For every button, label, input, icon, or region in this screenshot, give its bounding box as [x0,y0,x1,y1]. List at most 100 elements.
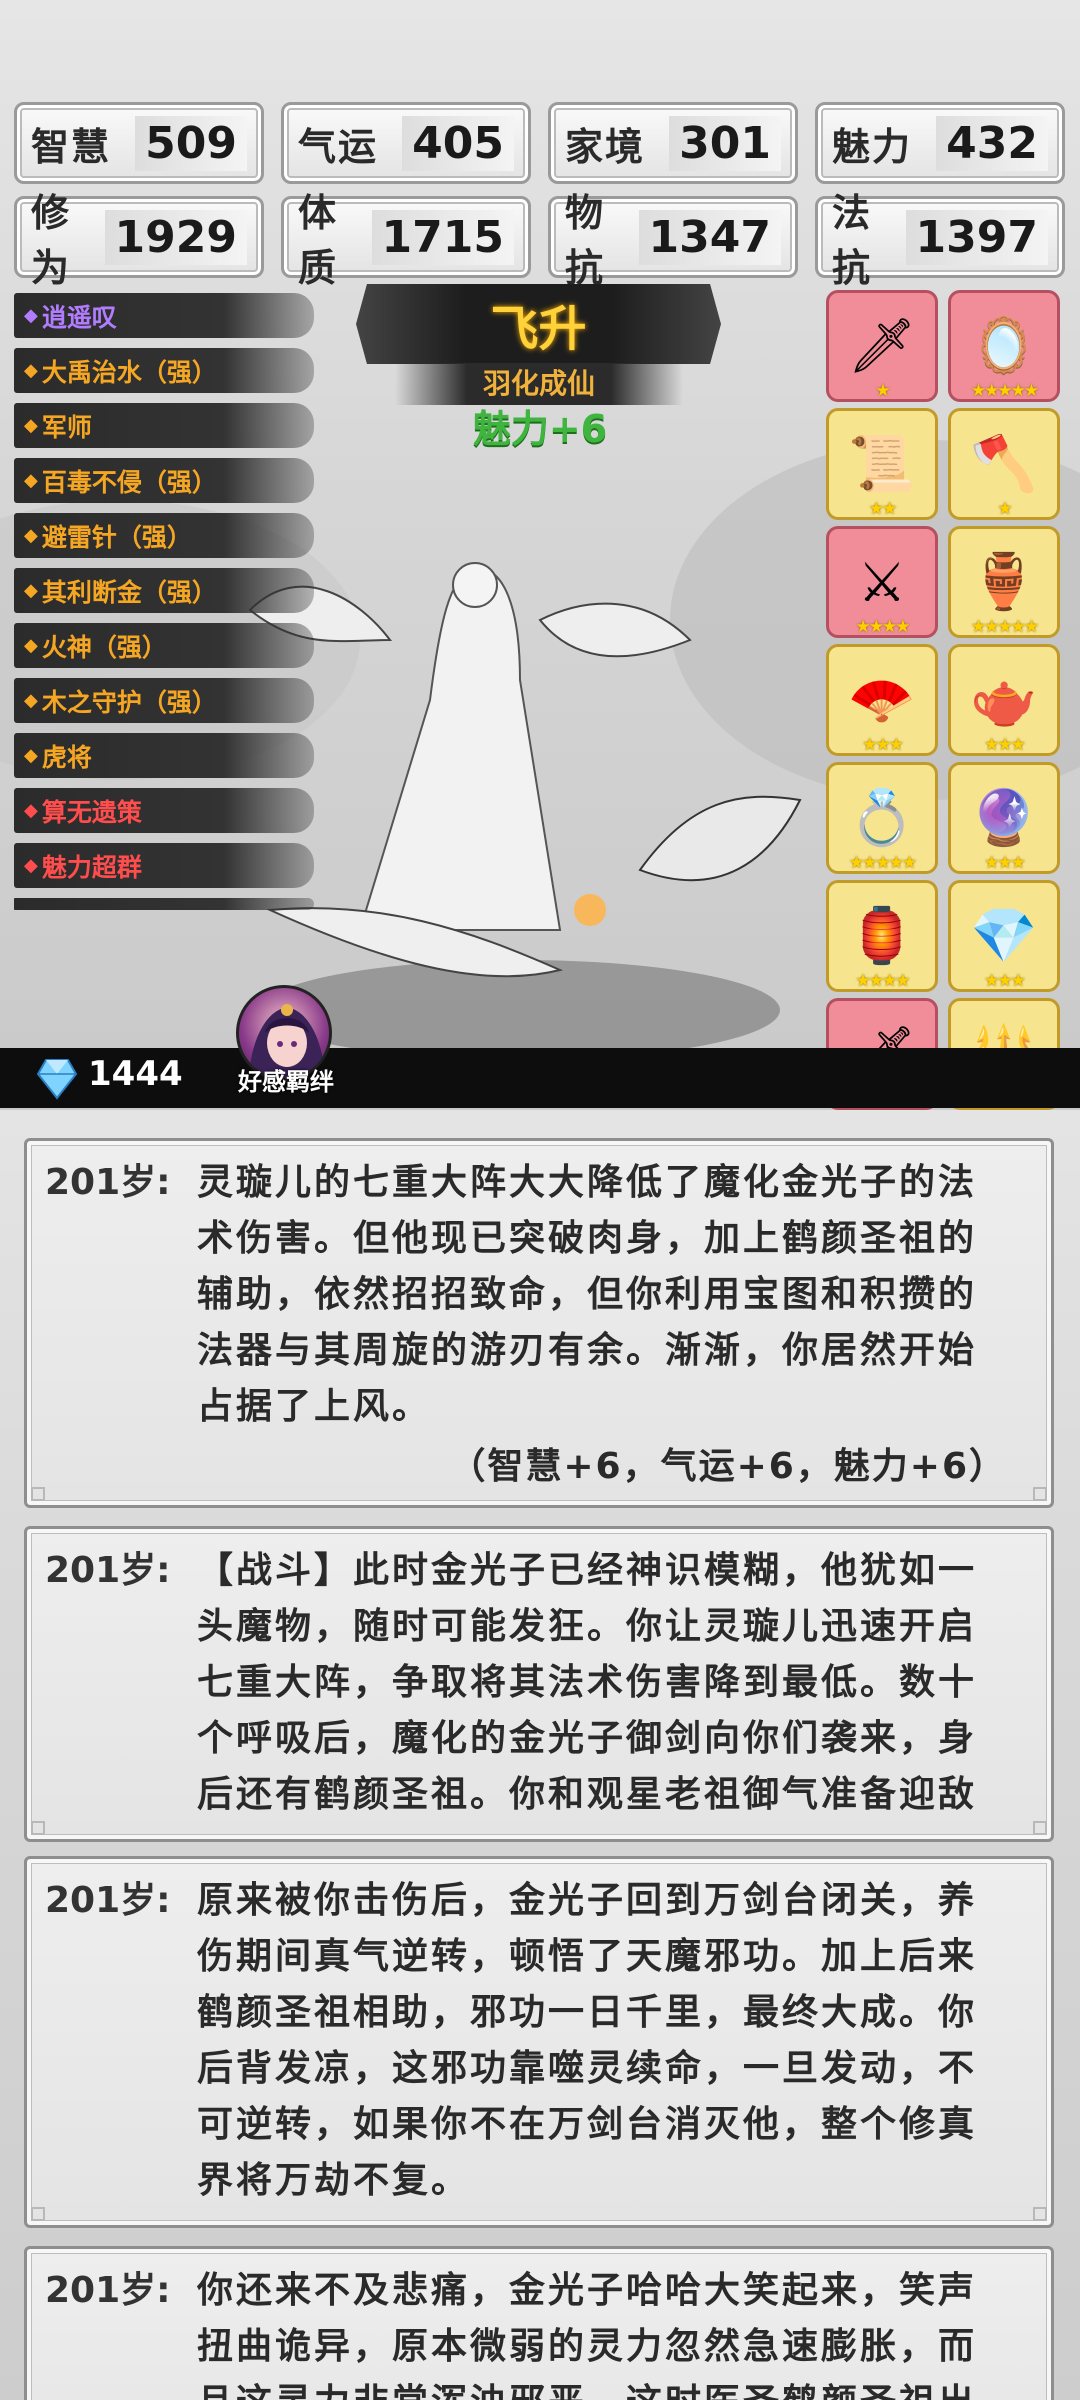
scroll-icon: 📜 [848,432,916,495]
stat-label: 修为 [31,191,72,290]
teapot-icon: 🫖 [970,668,1038,731]
stat-label: 物抗 [565,191,606,290]
trait-label: 木之守护（强） [41,687,217,717]
item-slot[interactable]: 🪞 ★★★★★ [948,290,1060,402]
spear-icon: 🗡 [847,314,917,377]
trait-item[interactable]: ◆ 火神（强） [14,623,314,668]
item-slot[interactable]: 💎 ★★★ [948,880,1060,992]
incense-burner-icon: 🏺 [970,550,1038,613]
diamond-bullet-icon: ◆ [24,690,38,711]
trait-label: 算无遗策 [41,797,142,827]
stat-value: 1397 [905,209,1048,265]
stat-value: 1715 [371,209,514,265]
diamond-bullet-icon: ◆ [24,745,38,766]
stat-label: 体质 [298,191,339,290]
item-slot[interactable]: 🫖 ★★★ [948,644,1060,756]
trait-label: 军师 [41,412,92,442]
trait-label: 大禹治水（强） [41,357,217,387]
trait-label: 其利断金（强） [41,577,217,607]
stat-panel: 智慧 509 气运 405 家境 301 魅力 432 修为 1929 体质 1715 物抗 1347 法抗… [14,102,1066,290]
event-title: 飞升 [490,301,587,357]
stat-value: 1929 [104,209,247,265]
halberd-icon: ⚔ [857,550,907,614]
trait-item[interactable]: ◆ 其利断金（强） [14,568,314,613]
item-stars: ★★★ [862,735,904,755]
diamond-bullet-icon: ◆ [24,855,38,876]
trait-item[interactable]: ◆ 虎将 [14,733,314,778]
log-entry: 201岁: 你还来不及悲痛，金光子哈哈大笑起来，笑声扭曲诡异，原本微弱的灵力忽然急… [24,2246,1054,2400]
log-text: 你还来不及悲痛，金光子哈哈大笑起来，笑声扭曲诡异，原本微弱的灵力忽然急速膨胀，而… [197,2270,978,2400]
diamond-bullet-icon: ◆ [24,360,38,381]
stat-box: 气运 405 [281,102,531,184]
diamond-bullet-icon: ◆ [24,470,38,491]
log-text: 灵璇儿的七重大阵大大降低了魔化金光子的法术伤害。但他现已突破肉身，加上鹤颜圣祖的… [197,1162,978,1427]
event-title-banner: 飞升 [356,284,721,364]
stat-box: 法抗 1397 [815,191,1065,290]
log-entry: 201岁: 灵璇儿的七重大阵大大降低了魔化金光子的法术伤害。但他现已突破肉身，加上… [24,1138,1054,1508]
log-entry: 201岁: 原来被你击伤后，金光子回到万剑台闭关，养伤期间真气逆转，顿悟了天魔邪功… [24,1856,1054,2228]
diamond-bullet-icon: ◆ [24,415,38,436]
item-stars: ★★★ [984,971,1026,991]
trait-item-partial [14,898,314,910]
diamond-bullet-icon: ◆ [24,635,38,656]
log-age: 201岁: [45,1550,171,1591]
diamond-bullet-icon: ◆ [24,580,38,601]
item-slot[interactable]: 🪓 ★ [948,408,1060,520]
item-stars: ★★★ [984,853,1026,873]
item-stars: ★★★★★ [848,853,917,873]
trait-item[interactable]: ◆ 魅力超群 [14,843,314,888]
trait-list[interactable]: ◆ 逍遥叹 ◆ 大禹治水（强） ◆ 军师 ◆ 百毒不侵（强） ◆ 避雷针（强） ◆ 其利断金（强） ◆ 火… [14,293,314,915]
log-gain: （智慧+6，气运+6，魅力+6） [449,1446,1007,1487]
stat-box: 魅力 432 [815,102,1065,184]
item-slot[interactable]: 🗡 ★ [826,290,938,402]
trait-item[interactable]: ◆ 算无遗策 [14,788,314,833]
corner-ornament [1033,2207,1047,2221]
item-stars: ★★★★★ [970,381,1039,401]
trait-label: 虎将 [41,742,92,772]
trait-label: 魅力超群 [41,852,142,882]
trait-item[interactable]: ◆ 大禹治水（强） [14,348,314,393]
trait-item[interactable]: ◆ 木之守护（强） [14,678,314,723]
stat-value: 509 [135,115,247,171]
stat-box: 智慧 509 [14,102,264,184]
item-slot[interactable]: ⚔ ★★★★ [826,526,938,638]
item-stars: ★ [875,381,890,401]
item-slot[interactable]: 🏺 ★★★★★ [948,526,1060,638]
item-slot[interactable]: 🪭 ★★★ [826,644,938,756]
log-text: 原来被你击伤后，金光子回到万剑台闭关，养伤期间真气逆转，顿悟了天魔邪功。加上后来… [197,1880,978,2201]
stat-label: 气运 [298,124,379,169]
cauldron-icon: 🏮 [848,904,916,967]
corner-ornament [31,1821,45,1835]
stat-value: 432 [936,115,1048,171]
diamond-bullet-icon: ◆ [24,525,38,546]
log-age: 201岁: [45,2270,171,2311]
item-slot[interactable]: 🏮 ★★★★ [826,880,938,992]
event-bonus: 魅力+6 [472,407,608,451]
trait-item[interactable]: ◆ 逍遥叹 [14,293,314,338]
stat-value: 1347 [638,209,781,265]
stat-label: 法抗 [832,191,873,290]
trait-label: 火神（强） [41,632,167,662]
corner-ornament [31,2207,45,2221]
diamond-bullet-icon: ◆ [24,800,38,821]
item-slot[interactable]: 🔮 ★★★ [948,762,1060,874]
trait-item[interactable]: ◆ 军师 [14,403,314,448]
affection-label[interactable]: 好感羁绊 [226,1062,346,1097]
ring-icon: 💍 [848,786,916,849]
log-age: 201岁: [45,1880,171,1921]
trait-item[interactable]: ◆ 避雷针（强） [14,513,314,558]
item-slot[interactable]: 📜 ★★ [826,408,938,520]
log-age: 201岁: [45,1162,171,1203]
corner-ornament [31,1487,45,1501]
trait-item[interactable]: ◆ 百毒不侵（强） [14,458,314,503]
corner-ornament [1033,1487,1047,1501]
mirror-icon: 🪞 [970,314,1038,377]
stat-label: 智慧 [31,124,112,169]
item-slot[interactable]: 💍 ★★★★★ [826,762,938,874]
item-stars: ★★★★ [855,617,911,637]
item-stars: ★★ [868,499,897,519]
stat-label: 家境 [565,124,646,169]
trait-label: 避雷针（强） [41,522,192,552]
stat-box: 家境 301 [548,102,798,184]
stat-value: 405 [402,115,514,171]
